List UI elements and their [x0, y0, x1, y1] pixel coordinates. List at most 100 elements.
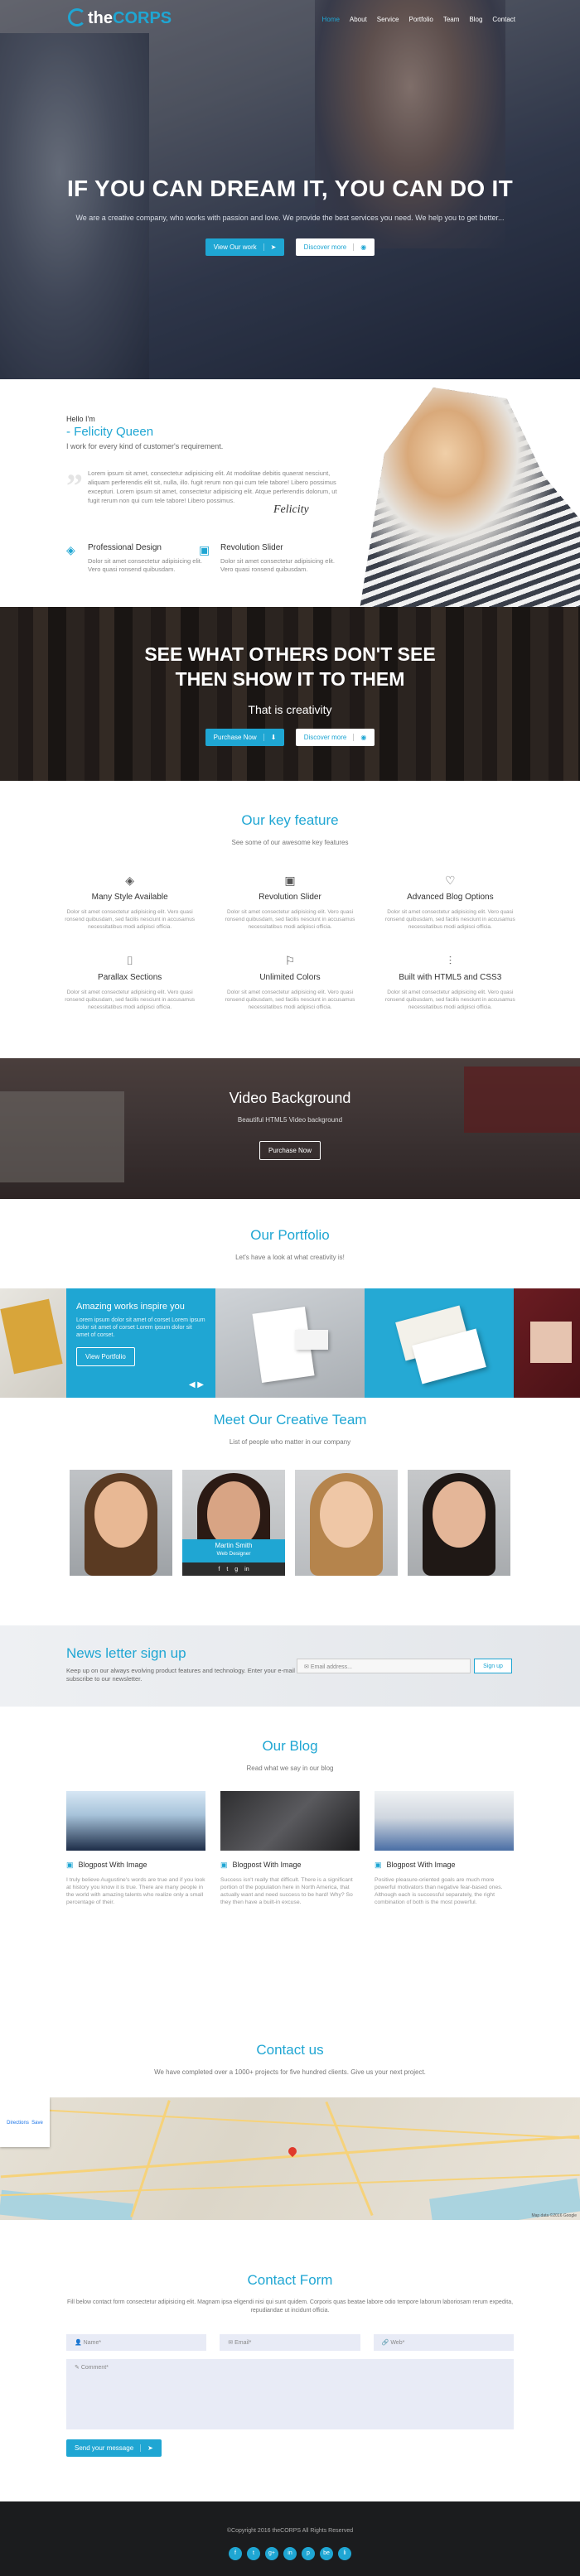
linkedin-icon[interactable]: in — [244, 1567, 249, 1572]
arrow-icon: ➤ — [263, 243, 276, 251]
name-field[interactable]: 👤 Name* — [66, 2334, 207, 2351]
member-info: Martin Smith Web Designer — [182, 1539, 285, 1562]
see-others-section: SEE WHAT OTHERS DON'T SEE THEN SHOW IT TO… — [0, 607, 580, 781]
feature-item: ◈ Many Style Available Dolor sit amet cons… — [58, 874, 201, 931]
about-paragraph: Lorem ipsum sit amet, consectetur adipis… — [88, 469, 337, 504]
nav-item-service[interactable]: Service — [377, 16, 399, 23]
portfolio-title: Our Portfolio — [250, 1227, 330, 1243]
hero-subtitle: We are a creative company, who works wit… — [75, 214, 505, 222]
image-icon: ▣ — [284, 874, 296, 887]
portfolio-item[interactable] — [365, 1288, 514, 1398]
nav-item-team[interactable]: Team — [443, 16, 460, 23]
layers-icon: ◈ — [125, 874, 135, 887]
behance-icon[interactable]: be — [320, 2547, 333, 2560]
contact-section: Contact us We have completed over a 1000… — [0, 2025, 580, 2257]
featured-desc: Lorem ipsum dolor sit amet of corset Lor… — [76, 1317, 205, 1338]
pinterest-icon[interactable]: p — [302, 2547, 315, 2560]
features-subtitle: See some of our awesome key features — [231, 839, 349, 846]
form-title: Contact Form — [247, 2272, 333, 2288]
view-work-button[interactable]: View Our work ➤ — [205, 238, 285, 256]
portfolio-item[interactable] — [0, 1288, 66, 1398]
nav-item-home[interactable]: Home — [322, 16, 340, 23]
google-plus-icon[interactable]: g+ — [265, 2547, 278, 2560]
portfolio-subtitle: Let's have a look at what creativity is! — [235, 1254, 345, 1261]
footer: ©Copyright 2016 theCORPS All Rights Rese… — [0, 2501, 580, 2576]
download-icon: ⬇ — [263, 734, 276, 741]
newsletter-desc: Keep up on our always evolving product f… — [66, 1667, 307, 1683]
portfolio-item[interactable] — [215, 1288, 365, 1398]
image-icon: ▣ — [66, 1861, 74, 1869]
team-member[interactable]: Martin Smith Web Designer f t g in — [182, 1470, 285, 1576]
nav-item-portfolio[interactable]: Portfolio — [408, 16, 433, 23]
map-directions-panel[interactable]: Directions Save — [0, 2097, 50, 2147]
map[interactable]: Directions Save Map data ©2016 Google — [0, 2097, 580, 2220]
heart-icon: ♡ — [445, 874, 456, 887]
nav-item-blog[interactable]: Blog — [469, 16, 482, 23]
see-title: SEE WHAT OTHERS DON'T SEE THEN SHOW IT TO… — [144, 643, 436, 690]
team-subtitle: List of people who matter in our company — [229, 1438, 351, 1446]
team-section: Meet Our Creative Team List of people wh… — [0, 1402, 580, 1625]
portfolio-section: Our Portfolio Let's have a look at what … — [0, 1199, 580, 1402]
quote-icon: ” — [66, 467, 83, 504]
contact-form-section: Contact Form Fill below contact form con… — [0, 2257, 580, 2501]
logo[interactable]: theCORPS — [68, 8, 172, 28]
email-field[interactable]: ✉ Email* — [220, 2334, 360, 2351]
form-desc: Fill below contact form consectetur adip… — [66, 2299, 514, 2314]
discover-more-button[interactable]: Discover more ◉ — [295, 238, 375, 256]
video-section: Video Background Beautiful HTML5 Video b… — [0, 1058, 580, 1199]
signature: Felicity — [273, 503, 309, 516]
slider-arrows-icon[interactable]: ◀ ▶ — [189, 1380, 204, 1389]
nav-item-contact[interactable]: Contact — [492, 16, 515, 23]
web-field[interactable]: 🔗 Web* — [373, 2334, 514, 2351]
blog-image[interactable] — [220, 1791, 360, 1851]
comment-field[interactable]: ✎ Comment* — [66, 2359, 514, 2429]
team-member[interactable] — [295, 1470, 398, 1576]
twitter-icon[interactable]: t — [226, 1567, 228, 1572]
contact-title: Contact us — [256, 2042, 324, 2058]
signup-button[interactable]: Sign up — [474, 1659, 512, 1673]
portfolio-item[interactable] — [514, 1288, 580, 1398]
discover-more-button-2[interactable]: Discover more ◉ — [295, 729, 375, 746]
view-portfolio-button[interactable]: View Portfolio — [76, 1347, 135, 1366]
purchase-now-button[interactable]: Purchase Now ⬇ — [205, 729, 285, 746]
about-feature-design: ◈ Professional Design Dolor sit amet con… — [66, 543, 207, 574]
blog-post[interactable]: ▣ Blogpost With Image Positive pleasure-or… — [375, 1791, 514, 1906]
video-purchase-button[interactable]: Purchase Now — [259, 1141, 321, 1160]
team-member[interactable] — [408, 1470, 510, 1576]
mouse-icon: ⌷ — [126, 954, 133, 967]
email-input[interactable]: ✉ Email address... — [297, 1659, 471, 1673]
linkedin-icon[interactable]: li — [338, 2547, 351, 2560]
feature-desc: Dolor sit amet consectetur adipisicing e… — [88, 557, 202, 573]
hero-section: theCORPS Home About Service Portfolio Te… — [0, 0, 580, 379]
send-icon: ➤ — [140, 2444, 153, 2452]
blog-post[interactable]: ▣ Blogpost With Image Success isn't really… — [220, 1791, 360, 1906]
feature-desc: Dolor sit amet consectetur adipisicing e… — [220, 557, 335, 573]
sliders-icon: ⫶ — [448, 954, 452, 967]
twitter-icon[interactable]: t — [247, 2547, 260, 2560]
blog-subtitle: Read what we say in our blog — [246, 1765, 334, 1772]
eye-icon: ◉ — [353, 734, 366, 741]
featured-title: Amazing works inspire you — [76, 1302, 185, 1312]
nav-item-about[interactable]: About — [350, 16, 367, 23]
about-feature-slider: ▣ Revolution Slider Dolor sit amet conse… — [199, 543, 340, 574]
footer-social: f t g+ in p be li — [0, 2547, 580, 2560]
blog-post[interactable]: ▣ Blogpost With Image I truly believe Augu… — [66, 1791, 205, 1906]
image-icon: ▣ — [375, 1861, 382, 1869]
contact-subtitle: We have completed over a 1000+ projects … — [154, 2068, 426, 2076]
nav-menu: Home About Service Portfolio Team Blog C… — [322, 16, 515, 23]
blog-section: Our Blog Read what we say in our blog ▣ B… — [0, 1707, 580, 2025]
portfolio-featured: Amazing works inspire you Lorem ipsum do… — [66, 1288, 215, 1398]
team-member[interactable] — [70, 1470, 172, 1576]
facebook-icon[interactable]: f — [218, 1567, 220, 1572]
copyright: ©Copyright 2016 theCORPS All Rights Rese… — [226, 2528, 354, 2534]
blog-image[interactable] — [375, 1791, 514, 1851]
feature-title: Revolution Slider — [220, 543, 283, 552]
video-subtitle: Beautiful HTML5 Video background — [237, 1116, 343, 1124]
facebook-icon[interactable]: f — [229, 2547, 242, 2560]
feature-item: ⌷ Parallax Sections Dolor sit amet consect… — [58, 954, 201, 1011]
blog-image[interactable] — [66, 1791, 205, 1851]
send-message-button[interactable]: Send your message ➤ — [66, 2439, 162, 2457]
eye-icon: ◉ — [353, 243, 366, 251]
instagram-icon[interactable]: in — [283, 2547, 297, 2560]
google-icon[interactable]: g — [234, 1567, 238, 1572]
